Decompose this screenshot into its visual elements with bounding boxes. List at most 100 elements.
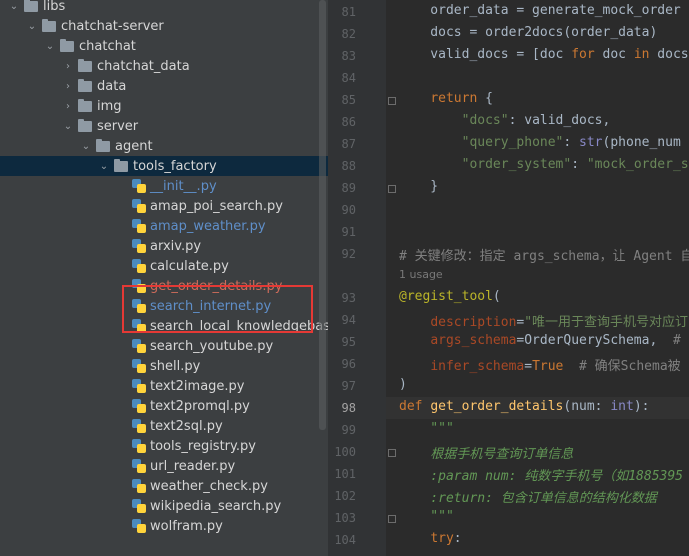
tree-folder[interactable]: ⌄ chatchat [0, 36, 328, 56]
tree-file[interactable]: tools_registry.py [0, 436, 328, 456]
chevron-right-icon[interactable]: › [62, 60, 74, 72]
tree-file[interactable]: shell.py [0, 356, 328, 376]
chevron-down-icon[interactable]: ⌄ [44, 40, 56, 52]
tree-item-label: text2image.py [150, 378, 245, 394]
folder-icon [78, 58, 92, 72]
tree-folder[interactable]: ⌄ chatchat-server [0, 16, 328, 36]
tree-item-label: weather_check.py [150, 478, 268, 494]
line-number: 86 [341, 115, 356, 129]
line-number: 101 [334, 467, 356, 481]
tree-file[interactable]: amap_poi_search.py [0, 196, 328, 216]
python-file-icon [132, 399, 146, 413]
folder-icon [78, 118, 92, 132]
python-file-icon [132, 479, 146, 493]
code-line: infer_schema=True # 确保Schema被 [399, 355, 680, 374]
code-line: """ [399, 509, 454, 524]
line-number: 81 [341, 5, 356, 19]
tree-folder[interactable]: ⌄ libs [0, 0, 328, 16]
code-token: valid_docs = [doc [399, 47, 572, 62]
fold-marker-icon[interactable] [388, 185, 396, 193]
line-number: 94 [341, 313, 356, 327]
code-line: 1 usage [399, 267, 443, 282]
tree-folder[interactable]: ⌄ agent [0, 136, 328, 156]
line-number: 92 [341, 247, 356, 261]
tree-file[interactable]: url_reader.py [0, 456, 328, 476]
tree-item-label: text2sql.py [150, 418, 223, 434]
code-line: ) [399, 377, 407, 392]
tree-file[interactable]: search_youtube.py [0, 336, 328, 356]
code-token: = [524, 359, 533, 374]
code-token: ( [492, 289, 501, 304]
chevron-down-icon[interactable]: ⌄ [98, 160, 110, 172]
code-token: : [571, 157, 587, 172]
code-token: :param num: 纯数字手机号（如1885395 [399, 469, 684, 484]
chevron-right-icon[interactable]: › [62, 100, 74, 112]
tree-file[interactable]: weather_check.py [0, 476, 328, 496]
tree-folder[interactable]: ⌄ server [0, 116, 328, 136]
chevron-down-icon[interactable]: ⌄ [26, 20, 38, 32]
code-line: return { [399, 91, 493, 106]
code-token: (num: [563, 399, 611, 414]
line-number: 89 [341, 181, 356, 195]
python-file-icon [132, 239, 146, 253]
tree-item-label: search_youtube.py [150, 338, 274, 354]
tree-file[interactable]: text2promql.py [0, 396, 328, 416]
tree-file[interactable]: text2image.py [0, 376, 328, 396]
code-token: get_order_details [430, 399, 564, 414]
code-token: args_schema [430, 333, 517, 348]
tree-scrollbar[interactable] [319, 0, 326, 430]
tree-file[interactable]: __init__.py [0, 176, 328, 196]
code-token: "唯一用于查询手机号对应订 [524, 315, 689, 330]
tree-folder[interactable]: › data [0, 76, 328, 96]
code-token: (phone_num [602, 135, 681, 150]
python-file-icon [132, 259, 146, 273]
code-line: "query_phone": str(phone_num [399, 135, 681, 150]
python-file-icon [132, 379, 146, 393]
line-number: 93 [341, 291, 356, 305]
chevron-down-icon[interactable]: ⌄ [62, 120, 74, 132]
tree-item-label: shell.py [150, 358, 201, 374]
folder-icon [114, 158, 128, 172]
code-token: =OrderQuerySchema, [516, 333, 673, 348]
fold-marker-icon[interactable] [388, 449, 396, 457]
tree-file[interactable]: text2sql.py [0, 416, 328, 436]
chevron-down-icon[interactable]: ⌄ [8, 0, 20, 12]
code-token: : [563, 135, 580, 150]
code-token: # [672, 333, 681, 348]
tree-item-label: amap_poi_search.py [150, 198, 283, 214]
tree-item-label: chatchat_data [97, 58, 190, 74]
annotation-highlight-box [122, 285, 313, 333]
chevron-down-icon[interactable]: ⌄ [80, 140, 92, 152]
tree-file[interactable]: wolfram.py [0, 516, 328, 536]
tree-file[interactable]: amap_weather.py [0, 216, 328, 236]
folder-icon [78, 98, 92, 112]
tree-file[interactable]: calculate.py [0, 256, 328, 276]
tree-item-label: url_reader.py [150, 458, 236, 474]
tree-folder[interactable]: › img [0, 96, 328, 116]
chevron-right-icon[interactable]: › [62, 80, 74, 92]
python-file-icon [132, 459, 146, 473]
line-number: 85 [341, 93, 356, 107]
code-token: return [430, 91, 478, 106]
tree-item-label: chatchat-server [61, 18, 164, 34]
code-token: try [430, 531, 454, 546]
python-file-icon [132, 339, 146, 353]
tree-folder[interactable]: ⌄ tools_factory [0, 156, 328, 176]
code-token: str [579, 135, 603, 150]
tree-item-label: wikipedia_search.py [150, 498, 282, 514]
fold-marker-icon[interactable] [388, 97, 396, 105]
fold-marker-icon[interactable] [388, 515, 396, 523]
line-number: 99 [341, 423, 356, 437]
line-number: 87 [341, 137, 356, 151]
tree-folder[interactable]: › chatchat_data [0, 56, 328, 76]
code-token: docs [649, 47, 689, 62]
tree-file[interactable]: wikipedia_search.py [0, 496, 328, 516]
code-token: infer_schema [430, 359, 525, 374]
folder-icon [24, 0, 38, 12]
folder-icon [96, 138, 110, 152]
tree-file[interactable]: arxiv.py [0, 236, 328, 256]
code-token: } [399, 179, 439, 194]
